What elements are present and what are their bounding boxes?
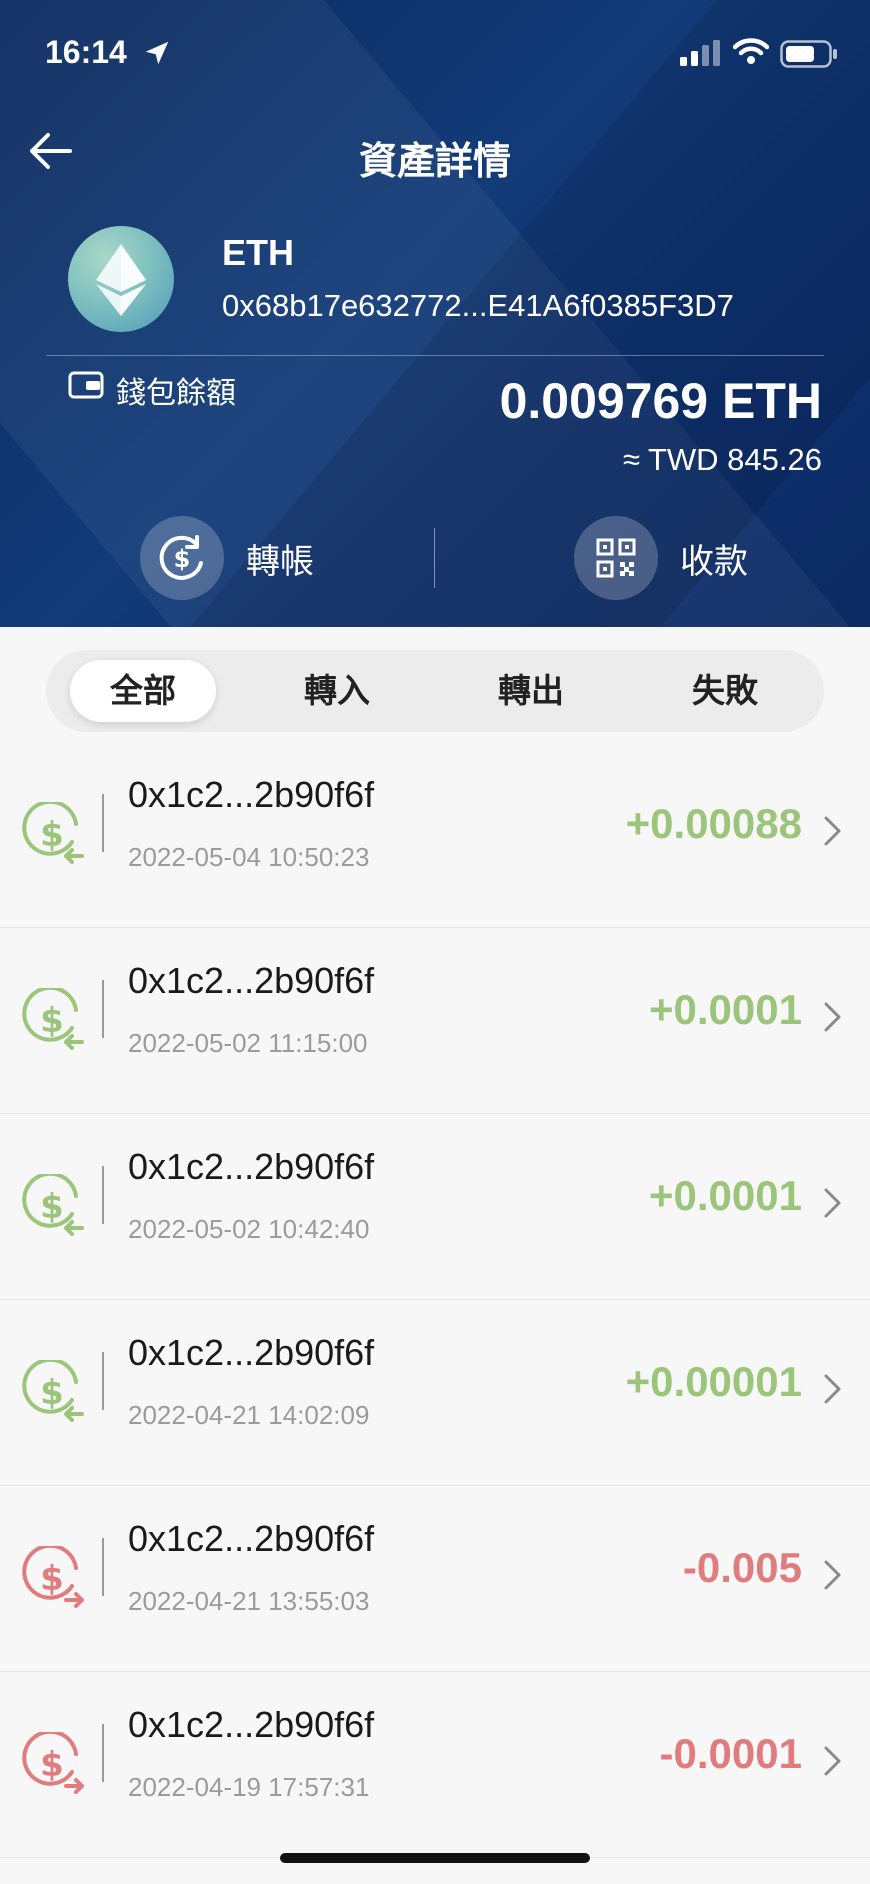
transfer-button[interactable]: $ 轉帳 <box>140 516 314 600</box>
transaction-amount: +0.00001 <box>625 1358 802 1405</box>
transaction-time: 2022-04-21 14:02:09 <box>128 1400 370 1430</box>
receive-button[interactable]: 收款 <box>574 516 748 600</box>
location-arrow-icon <box>145 41 169 65</box>
transaction-amount: -0.005 <box>682 1544 802 1591</box>
home-indicator <box>280 1853 590 1863</box>
status-time: 16:14 <box>45 34 127 70</box>
dollar-in-icon: $ <box>22 1174 84 1236</box>
wallet-icon <box>68 371 104 399</box>
svg-text:$: $ <box>40 815 64 855</box>
transfer-icon: $ <box>140 516 224 600</box>
transaction-time: 2022-04-21 13:55:03 <box>128 1586 370 1616</box>
transaction-time: 2022-05-04 10:50:23 <box>128 842 370 872</box>
svg-text:$: $ <box>40 1001 64 1041</box>
transaction-hash: 0x1c2...2b90f6f <box>128 960 375 1001</box>
coin-symbol: ETH <box>222 232 294 273</box>
header-divider <box>46 355 824 356</box>
transaction-row[interactable]: $0x1c2...2b90f6f 2022-04-21 13:55:03 -0.00… <box>0 1486 870 1672</box>
tab-incoming[interactable]: 轉入 <box>264 660 410 722</box>
row-separator <box>102 980 104 1038</box>
dollar-out-icon: $ <box>22 1732 84 1794</box>
svg-text:$: $ <box>174 545 191 573</box>
row-separator <box>102 1352 104 1410</box>
dollar-in-icon: $ <box>22 1360 84 1422</box>
filter-tabs: 全部 轉入 轉出 失敗 <box>46 650 824 732</box>
transaction-time: 2022-04-19 17:57:31 <box>128 1772 370 1802</box>
dollar-in-icon: $ <box>22 988 84 1050</box>
cellular-signal-icon <box>680 40 720 66</box>
svg-text:$: $ <box>40 1745 64 1785</box>
chevron-right-icon <box>824 1188 841 1218</box>
row-separator <box>102 1724 104 1782</box>
transaction-amount: +0.00088 <box>625 800 802 847</box>
dollar-in-icon: $ <box>22 802 84 864</box>
transfer-label: 轉帳 <box>246 542 314 581</box>
svg-text:$: $ <box>40 1559 64 1599</box>
chevron-right-icon <box>824 816 841 846</box>
transaction-row[interactable]: $0x1c2...2b90f6f 2022-04-21 14:02:09 +0.00… <box>0 1300 870 1486</box>
tab-outgoing[interactable]: 轉出 <box>458 660 604 722</box>
action-divider <box>434 528 435 588</box>
transaction-list: $0x1c2...2b90f6f 2022-05-04 10:50:23 +0.00… <box>0 742 870 1858</box>
transaction-hash: 0x1c2...2b90f6f <box>128 1146 375 1187</box>
transaction-hash: 0x1c2...2b90f6f <box>128 774 375 815</box>
row-separator <box>102 794 104 852</box>
transaction-row[interactable]: $0x1c2...2b90f6f 2022-05-02 10:42:40 +0.00… <box>0 1114 870 1300</box>
row-separator <box>102 1538 104 1596</box>
chevron-right-icon <box>824 1560 841 1590</box>
wallet-balance-label: 錢包餘額 <box>116 377 236 410</box>
fiat-balance: ≈ TWD 845.26 <box>622 442 822 477</box>
balance-amount: 0.009769 ETH <box>499 373 822 429</box>
tab-all[interactable]: 全部 <box>70 660 216 722</box>
transaction-row[interactable]: $0x1c2...2b90f6f 2022-04-19 17:57:31 -0.00… <box>0 1672 870 1858</box>
wallet-address: 0x68b17e632772...E41A6f0385F3D7 <box>222 288 734 323</box>
wifi-icon <box>733 38 769 64</box>
transaction-row[interactable]: $0x1c2...2b90f6f 2022-05-04 10:50:23 +0.00… <box>0 742 870 928</box>
chevron-right-icon <box>824 1374 841 1404</box>
battery-icon <box>780 40 837 68</box>
transaction-row[interactable]: $0x1c2...2b90f6f 2022-05-02 11:15:00 +0.00… <box>0 928 870 1114</box>
chevron-right-icon <box>824 1746 841 1776</box>
transaction-amount: +0.0001 <box>649 986 802 1033</box>
page-title: 資產詳情 <box>358 141 511 183</box>
qr-code-icon <box>574 516 658 600</box>
svg-text:$: $ <box>40 1187 64 1227</box>
eth-logo-icon <box>68 226 174 332</box>
transaction-hash: 0x1c2...2b90f6f <box>128 1704 375 1745</box>
row-separator <box>102 1166 104 1224</box>
chevron-right-icon <box>824 1002 841 1032</box>
transaction-amount: -0.0001 <box>659 1730 802 1777</box>
transaction-time: 2022-05-02 11:15:00 <box>128 1028 368 1058</box>
receive-label: 收款 <box>680 542 748 581</box>
svg-text:$: $ <box>40 1373 64 1413</box>
tab-failed[interactable]: 失敗 <box>652 660 798 722</box>
asset-header: 16:14 資產詳情 ETH 0x68b17e632772...E41A6f03… <box>0 0 870 627</box>
transaction-time: 2022-05-02 10:42:40 <box>128 1214 370 1244</box>
transaction-hash: 0x1c2...2b90f6f <box>128 1518 375 1559</box>
dollar-out-icon: $ <box>22 1546 84 1608</box>
status-bar: 16:14 <box>0 0 870 100</box>
transaction-amount: +0.0001 <box>649 1172 802 1219</box>
transaction-hash: 0x1c2...2b90f6f <box>128 1332 375 1373</box>
